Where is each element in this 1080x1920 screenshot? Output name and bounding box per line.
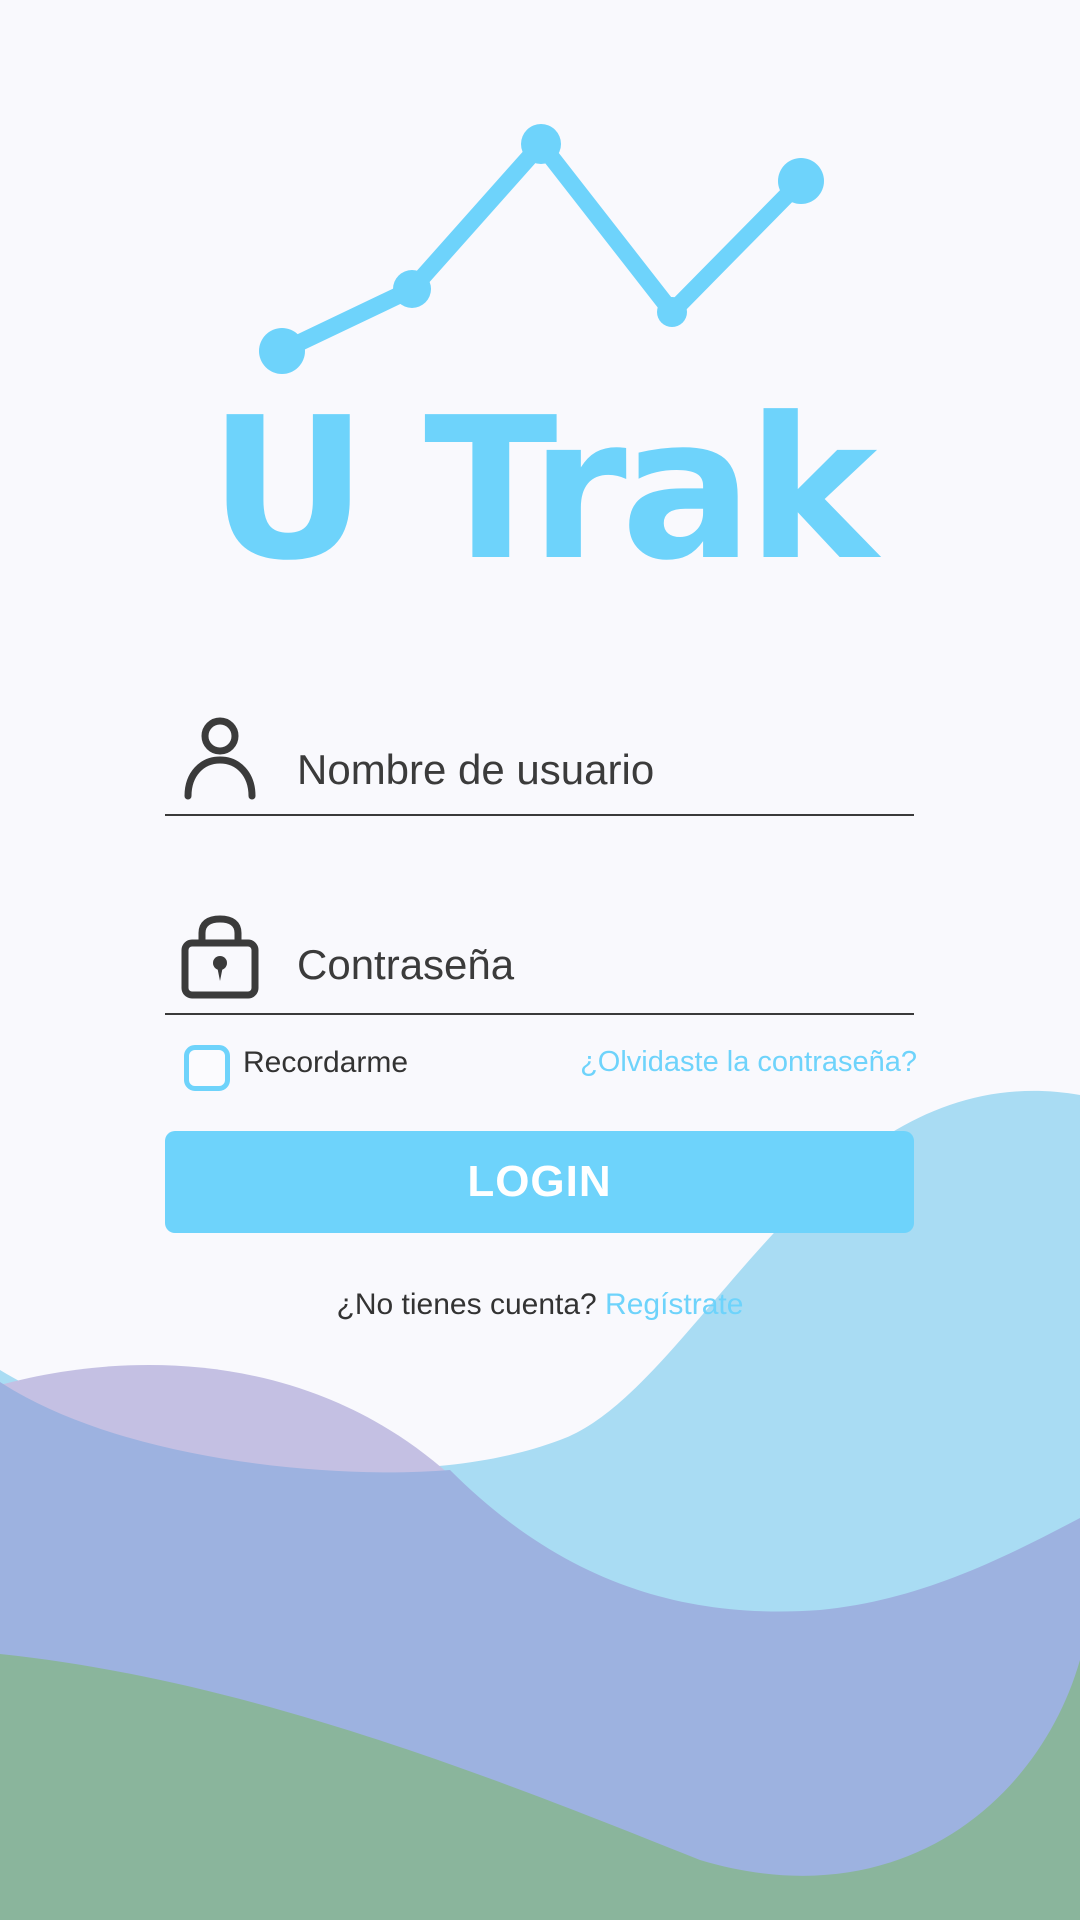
- username-field[interactable]: [165, 706, 914, 816]
- signup-prompt-row: ¿No tienes cuenta? Regístrate: [0, 1288, 1080, 1322]
- password-underline: [165, 1013, 914, 1015]
- password-field[interactable]: [165, 905, 914, 1015]
- remember-checkbox[interactable]: [184, 1045, 230, 1091]
- username-input[interactable]: [297, 740, 914, 800]
- forgot-password-link[interactable]: ¿Olvidaste la contraseña?: [580, 1046, 917, 1079]
- padlock-icon: [181, 915, 259, 999]
- user-icon: [184, 717, 256, 800]
- remember-label[interactable]: Recordarme: [243, 1046, 408, 1080]
- signup-link[interactable]: Regístrate: [605, 1288, 743, 1321]
- password-input[interactable]: [297, 935, 914, 995]
- username-underline: [165, 814, 914, 816]
- signup-prompt-text: ¿No tienes cuenta?: [336, 1288, 597, 1321]
- login-screen: U Trak Recordarme ¿Olvidaste la contrase…: [0, 0, 1080, 1920]
- login-options-row: Recordarme ¿Olvidaste la contraseña?: [165, 1040, 917, 1092]
- app-logo-text: U Trak: [208, 376, 878, 604]
- trend-line-logo-icon: [259, 124, 824, 374]
- login-button[interactable]: LOGIN: [165, 1131, 914, 1233]
